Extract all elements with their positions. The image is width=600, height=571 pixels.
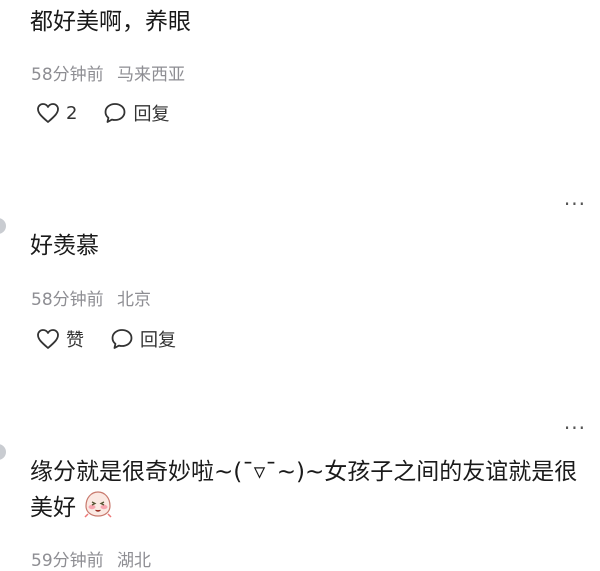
like-label: 赞 (66, 330, 84, 351)
comment-text: 好羡慕 (30, 233, 99, 259)
reply-label: 回复 (133, 104, 170, 125)
comment-item: ··· 缘分就是很奇妙啦~(¯▿¯~)~女孩子之间的友谊就是很美好 59分钟前 … (0, 414, 600, 571)
more-options-button[interactable]: ··· (564, 194, 586, 214)
comment-item: 都好美啊，养眼 58分钟前 马来西亚 2 回复 (0, 0, 600, 150)
comment-text-block: 缘分就是很奇妙啦~(¯▿¯~)~女孩子之间的友谊就是很美好 (30, 454, 580, 526)
comment-location: 北京 (117, 290, 152, 310)
reply-label: 回复 (140, 330, 176, 351)
avatar[interactable] (0, 444, 6, 460)
comment-meta: 58分钟前 北京 (31, 285, 151, 310)
like-button[interactable]: 赞 (36, 326, 84, 352)
comment-actions: 赞 回复 (36, 326, 176, 352)
comment-meta: 58分钟前 马来西亚 (31, 60, 185, 85)
reply-button[interactable]: 回复 (110, 326, 176, 352)
comment-time: 59分钟前 (31, 551, 104, 571)
like-button[interactable]: 2 (36, 102, 77, 124)
blushing-face-emoji-icon (84, 491, 112, 518)
heart-outline-icon (37, 329, 59, 349)
comment-time: 58分钟前 (31, 290, 104, 310)
comment-text: 都好美啊，养眼 (30, 9, 191, 35)
heart-outline-icon (37, 103, 59, 123)
comment-location: 马来西亚 (117, 65, 186, 85)
more-options-button[interactable]: ··· (564, 418, 586, 438)
reply-button[interactable]: 回复 (103, 100, 169, 126)
speech-bubble-icon (111, 329, 133, 349)
comment-actions: 2 回复 (36, 100, 169, 126)
comment-meta: 59分钟前 湖北 (31, 546, 151, 571)
comment-location: 湖北 (117, 551, 152, 571)
comment-time: 58分钟前 (31, 65, 104, 85)
avatar[interactable] (0, 218, 6, 234)
speech-bubble-icon (105, 103, 126, 123)
comment-item: ··· 好羡慕 58分钟前 北京 赞 回复 (0, 190, 600, 370)
like-count: 2 (66, 102, 78, 124)
